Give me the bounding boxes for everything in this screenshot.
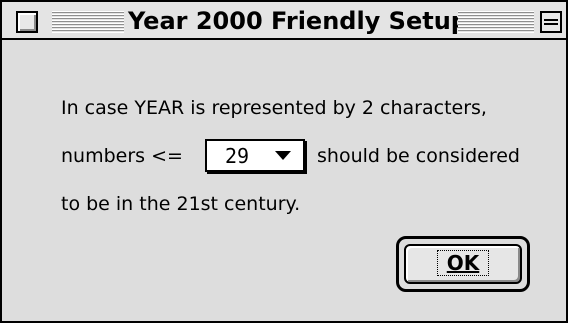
setup-dialog-window: Year 2000 Friendly Setup In case YEAR is… — [0, 0, 568, 323]
collapse-bar-bottom — [544, 23, 558, 25]
title-bar[interactable]: Year 2000 Friendly Setup — [2, 2, 566, 40]
close-box-icon[interactable] — [16, 11, 38, 33]
threshold-select[interactable]: 29 — [205, 139, 305, 172]
collapse-box-icon[interactable] — [540, 11, 562, 33]
collapse-bar-top — [544, 19, 558, 21]
dialog-content: In case YEAR is represented by 2 charact… — [2, 42, 566, 321]
chevron-down-icon — [275, 151, 291, 160]
numbers-label: numbers <= — [61, 145, 183, 167]
threshold-value: 29 — [225, 144, 250, 168]
explanation-line-3: to be in the 21st century. — [61, 193, 301, 215]
explanation-line-1: In case YEAR is represented by 2 charact… — [61, 97, 487, 119]
window-title: Year 2000 Friendly Setup — [128, 7, 468, 35]
title-bar-stripes-left — [52, 11, 124, 33]
default-button-ring: OK — [396, 236, 530, 292]
ok-button-label: OK — [436, 250, 490, 276]
title-bar-stripes-right — [458, 11, 534, 33]
threshold-row: numbers <= 29 should be considered — [61, 139, 541, 173]
should-be-considered-label: should be considered — [317, 145, 520, 167]
ok-button[interactable]: OK — [404, 244, 522, 284]
